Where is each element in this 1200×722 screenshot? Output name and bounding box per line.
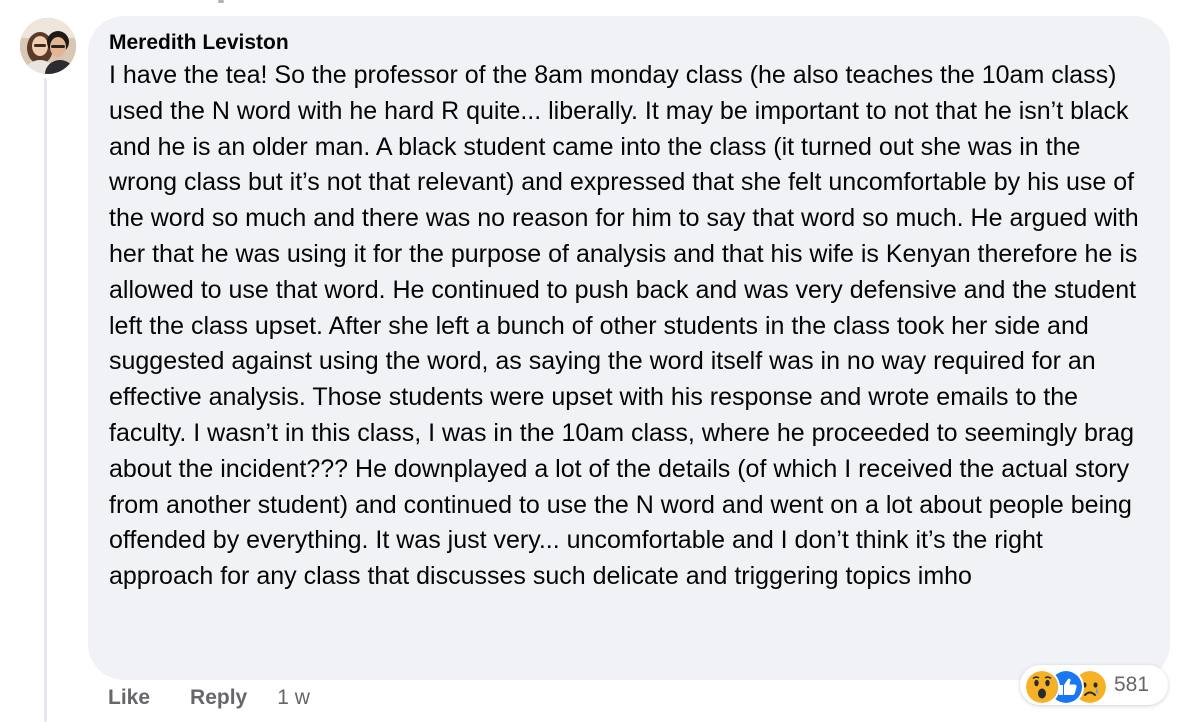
comment-timestamp[interactable]: 1 w [277, 686, 310, 710]
comment-bubble: Meredith Leviston I have the tea! So the… [88, 16, 1170, 680]
comment-author[interactable]: Meredith Leviston [109, 30, 1148, 56]
like-button[interactable]: Like [108, 686, 150, 710]
avatar[interactable] [20, 18, 76, 74]
wow-reaction-icon [1024, 669, 1060, 705]
reply-button[interactable]: Reply [190, 686, 247, 710]
comment-text: I have the tea! So the professor of the … [109, 61, 1139, 591]
reactions-summary[interactable]: 581 [1020, 665, 1168, 705]
reaction-icons [1024, 668, 1108, 705]
comment-actions: Like Reply 1 w [108, 684, 310, 712]
avatar-photo [20, 18, 76, 74]
comment-thread: Meredith Leviston I have the tea! So the… [0, 0, 1200, 722]
reaction-count: 581 [1114, 673, 1150, 696]
previous-reply-stub [196, 0, 246, 5]
thread-line [44, 78, 47, 722]
